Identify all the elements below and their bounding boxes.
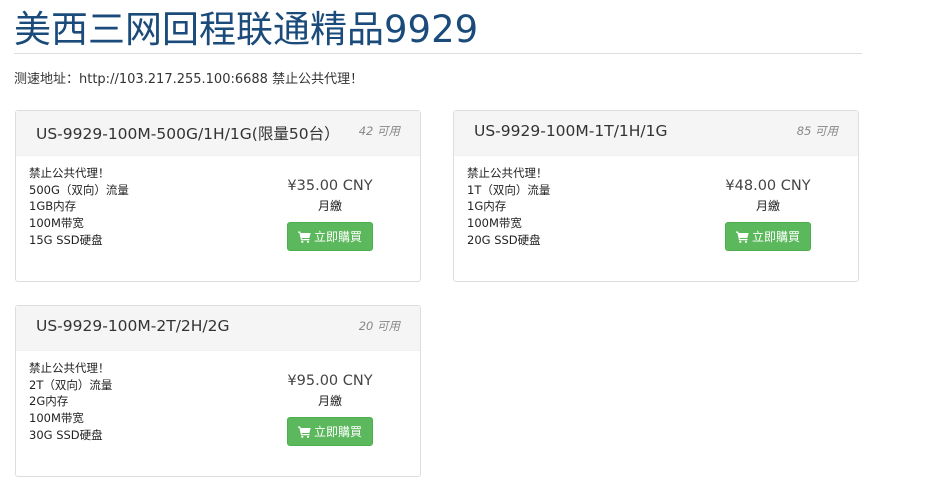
shopping-cart-icon	[297, 231, 311, 243]
product-card-header: US-9929-100M-500G/1H/1G(限量50台） 42 可用	[16, 111, 420, 156]
buy-button-label: 立即購買	[751, 230, 800, 244]
feature-item: 1T（双向）流量	[467, 182, 551, 197]
product-name: US-9929-100M-2T/2H/2G	[36, 317, 230, 335]
billing-cycle: 月繳	[317, 394, 342, 408]
feature-item: 100M带宽	[29, 411, 84, 426]
feature-item: 2T（双向）流量	[29, 377, 113, 392]
product-availability: 85 可用	[796, 124, 838, 138]
feature-item: 100M带宽	[467, 216, 522, 231]
billing-cycle: 月繳	[755, 199, 780, 213]
buy-now-button[interactable]: 立即購買	[725, 222, 811, 251]
feature-item: 2G内存	[29, 394, 69, 409]
product-card: US-9929-100M-500G/1H/1G(限量50台） 42 可用 禁止公…	[15, 110, 421, 282]
pricing: ¥35.00 CNY 月繳 立即購買	[256, 175, 416, 251]
feature-item: 1G内存	[467, 199, 507, 214]
buy-now-button[interactable]: 立即購買	[287, 222, 373, 251]
product-price: ¥48.00 CNY	[725, 178, 811, 194]
buy-button-label: 立即購買	[313, 230, 362, 244]
feature-item: 15G SSD硬盘	[29, 232, 103, 247]
feature-item: 禁止公共代理！	[29, 361, 110, 375]
product-card-header: US-9929-100M-1T/1H/1G 85 可用	[454, 111, 858, 156]
shopping-cart-icon	[297, 426, 311, 438]
pricing: ¥95.00 CNY 月繳 立即購買	[256, 370, 416, 446]
feature-list: 禁止公共代理！ 2T（双向）流量 2G内存 100M带宽 30G SSD硬盘	[29, 360, 112, 444]
feature-item: 禁止公共代理！	[29, 166, 110, 180]
buy-button-label: 立即購買	[313, 425, 362, 439]
product-price: ¥95.00 CNY	[287, 373, 373, 389]
title-divider	[14, 53, 862, 54]
product-card-header: US-9929-100M-2T/2H/2G 20 可用	[16, 306, 420, 351]
page-title: 美西三网回程联通精品9929	[14, 8, 479, 51]
feature-item: 30G SSD硬盘	[29, 427, 103, 442]
feature-list: 禁止公共代理！ 500G（双向）流量 1GB内存 100M带宽 15G SSD硬…	[29, 165, 129, 249]
feature-item: 20G SSD硬盘	[467, 232, 541, 247]
product-price: ¥35.00 CNY	[287, 178, 373, 194]
feature-item: 100M带宽	[29, 216, 84, 231]
shopping-cart-icon	[735, 231, 749, 243]
product-availability: 20 可用	[358, 319, 400, 333]
buy-now-button[interactable]: 立即購買	[287, 417, 373, 446]
product-card: US-9929-100M-1T/1H/1G 85 可用 禁止公共代理！ 1T（双…	[453, 110, 859, 282]
product-card: US-9929-100M-2T/2H/2G 20 可用 禁止公共代理！ 2T（双…	[15, 305, 421, 477]
feature-item: 500G（双向）流量	[29, 182, 129, 197]
speedtest-notice: 测速地址：http://103.217.255.100:6688 禁止公共代理！	[14, 72, 364, 87]
pricing: ¥48.00 CNY 月繳 立即購買	[694, 175, 854, 251]
product-availability: 42 可用	[358, 124, 400, 138]
feature-list: 禁止公共代理！ 1T（双向）流量 1G内存 100M带宽 20G SSD硬盘	[467, 165, 550, 249]
feature-item: 禁止公共代理！	[467, 166, 548, 180]
feature-item: 1GB内存	[29, 199, 77, 214]
billing-cycle: 月繳	[317, 199, 342, 213]
product-name: US-9929-100M-1T/1H/1G	[474, 122, 668, 140]
product-name: US-9929-100M-500G/1H/1G(限量50台）	[36, 125, 340, 143]
